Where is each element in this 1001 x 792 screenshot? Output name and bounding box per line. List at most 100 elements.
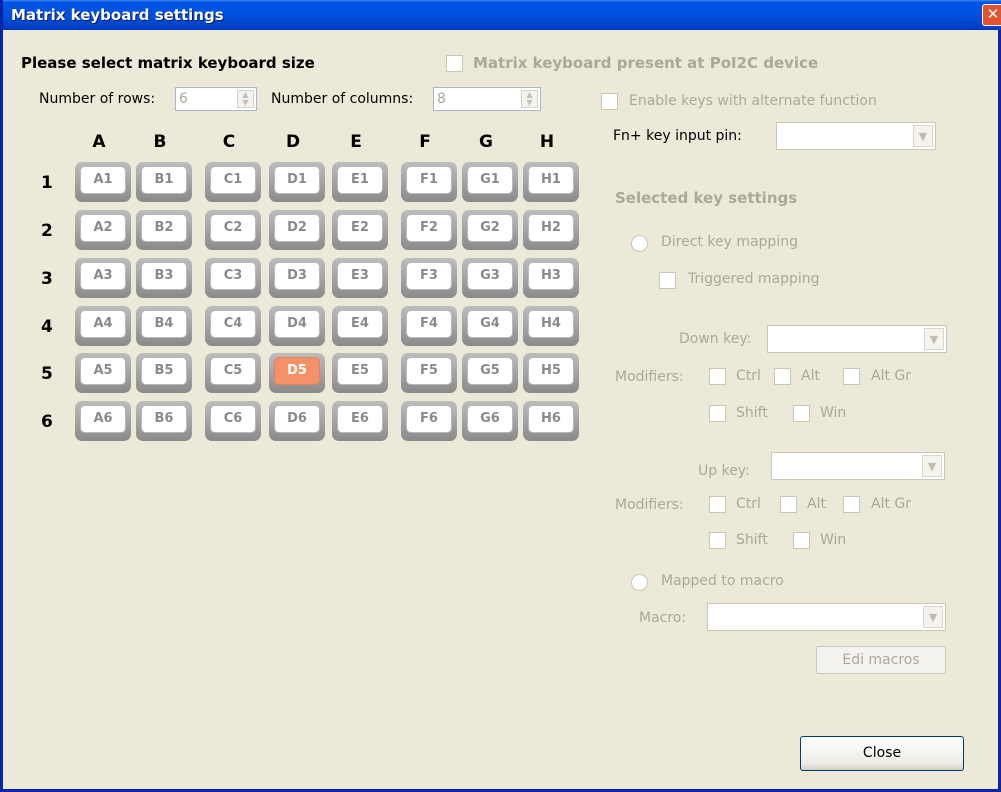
key-a3[interactable]: A3 (75, 258, 131, 298)
key-a5[interactable]: A5 (75, 353, 131, 393)
up-win-label: Win (820, 532, 847, 548)
key-c3[interactable]: C3 (205, 258, 261, 298)
cols-spinner[interactable]: 8 ▲ ▼ (433, 87, 541, 111)
triggered-mapping-checkbox[interactable] (659, 272, 676, 289)
up-key-label: Up key: (698, 463, 750, 479)
key-c5[interactable]: C5 (205, 353, 261, 393)
key-c2[interactable]: C2 (205, 210, 261, 250)
key-label: G3 (467, 262, 513, 290)
macro-label: Macro: (639, 610, 687, 626)
title-bar[interactable]: Matrix keyboard settings ✕ (3, 0, 1001, 30)
key-f6[interactable]: F6 (401, 401, 457, 441)
key-b3[interactable]: B3 (136, 258, 192, 298)
down-ctrl-checkbox[interactable] (709, 368, 726, 385)
key-g5[interactable]: G5 (462, 353, 518, 393)
key-f2[interactable]: F2 (401, 210, 457, 250)
chevron-down-icon[interactable]: ▼ (924, 328, 944, 350)
key-h4[interactable]: H4 (523, 306, 579, 346)
key-e3[interactable]: E3 (332, 258, 388, 298)
key-h5[interactable]: H5 (523, 353, 579, 393)
key-e1[interactable]: E1 (332, 162, 388, 202)
key-f5[interactable]: F5 (401, 353, 457, 393)
key-d6[interactable]: D6 (269, 401, 325, 441)
down-alt-checkbox[interactable] (774, 368, 791, 385)
key-d4[interactable]: D4 (269, 306, 325, 346)
key-g2[interactable]: G2 (462, 210, 518, 250)
key-f1[interactable]: F1 (401, 162, 457, 202)
edit-macros-button[interactable]: Edi macros (816, 646, 946, 674)
down-key-combo[interactable]: ▼ (767, 325, 947, 353)
up-key-combo[interactable]: ▼ (771, 452, 945, 480)
key-label: A2 (80, 214, 126, 242)
up-alt-checkbox[interactable] (780, 496, 797, 513)
key-label: F1 (406, 166, 452, 194)
key-label: H2 (528, 214, 574, 242)
column-header: A (92, 132, 106, 152)
direct-mapping-radio[interactable] (631, 235, 648, 252)
key-d3[interactable]: D3 (269, 258, 325, 298)
chevron-down-icon[interactable]: ▼ (913, 125, 933, 147)
down-win-checkbox[interactable] (793, 405, 810, 422)
key-a2[interactable]: A2 (75, 210, 131, 250)
enable-alt-checkbox[interactable] (601, 93, 618, 110)
close-button[interactable]: Close (800, 736, 964, 771)
key-c1[interactable]: C1 (205, 162, 261, 202)
key-b2[interactable]: B2 (136, 210, 192, 250)
key-e6[interactable]: E6 (332, 401, 388, 441)
key-g1[interactable]: G1 (462, 162, 518, 202)
key-label: H1 (528, 166, 574, 194)
key-label: E3 (337, 262, 383, 290)
fn-pin-combo[interactable]: ▼ (776, 122, 936, 150)
key-b6[interactable]: B6 (136, 401, 192, 441)
dialog-window: Matrix keyboard settings ✕ Please select… (0, 0, 1001, 792)
key-f3[interactable]: F3 (401, 258, 457, 298)
key-c4[interactable]: C4 (205, 306, 261, 346)
chevron-down-icon[interactable]: ▼ (922, 455, 942, 477)
key-g6[interactable]: G6 (462, 401, 518, 441)
close-icon[interactable]: ✕ (982, 4, 1001, 26)
key-d1[interactable]: D1 (269, 162, 325, 202)
key-h6[interactable]: H6 (523, 401, 579, 441)
key-b1[interactable]: B1 (136, 162, 192, 202)
key-label: F5 (406, 357, 452, 385)
down-key-label: Down key: (679, 331, 752, 347)
column-header: D (285, 132, 301, 152)
chevron-down-icon[interactable]: ▼ (923, 606, 943, 628)
key-b5[interactable]: B5 (136, 353, 192, 393)
key-g3[interactable]: G3 (462, 258, 518, 298)
up-alt-label: Alt (807, 496, 826, 512)
key-h2[interactable]: H2 (523, 210, 579, 250)
mapped-macro-radio[interactable] (631, 574, 648, 591)
down-modifiers-label: Modifiers: (615, 369, 684, 385)
key-d2[interactable]: D2 (269, 210, 325, 250)
key-e2[interactable]: E2 (332, 210, 388, 250)
key-e4[interactable]: E4 (332, 306, 388, 346)
up-shift-checkbox[interactable] (709, 532, 726, 549)
up-altgr-checkbox[interactable] (843, 496, 860, 513)
key-g4[interactable]: G4 (462, 306, 518, 346)
key-e5[interactable]: E5 (332, 353, 388, 393)
down-altgr-checkbox[interactable] (843, 368, 860, 385)
spinner-arrows-icon[interactable]: ▲ ▼ (521, 90, 538, 108)
key-c6[interactable]: C6 (205, 401, 261, 441)
key-d5[interactable]: D5 (269, 353, 325, 393)
key-h3[interactable]: H3 (523, 258, 579, 298)
spinner-arrows-icon[interactable]: ▲ ▼ (237, 90, 254, 108)
fn-pin-label: Fn+ key input pin: (613, 128, 742, 144)
key-h1[interactable]: H1 (523, 162, 579, 202)
key-a6[interactable]: A6 (75, 401, 131, 441)
key-b4[interactable]: B4 (136, 306, 192, 346)
key-label: E6 (337, 405, 383, 433)
up-win-checkbox[interactable] (793, 532, 810, 549)
up-ctrl-checkbox[interactable] (709, 496, 726, 513)
column-header: G (479, 132, 493, 152)
key-a1[interactable]: A1 (75, 162, 131, 202)
key-f4[interactable]: F4 (401, 306, 457, 346)
macro-combo[interactable]: ▼ (707, 603, 946, 631)
rows-spinner[interactable]: 6 ▲ ▼ (175, 87, 257, 111)
key-label: C1 (210, 166, 256, 194)
key-label: C3 (210, 262, 256, 290)
key-a4[interactable]: A4 (75, 306, 131, 346)
present-checkbox[interactable] (446, 55, 463, 72)
down-shift-checkbox[interactable] (709, 405, 726, 422)
